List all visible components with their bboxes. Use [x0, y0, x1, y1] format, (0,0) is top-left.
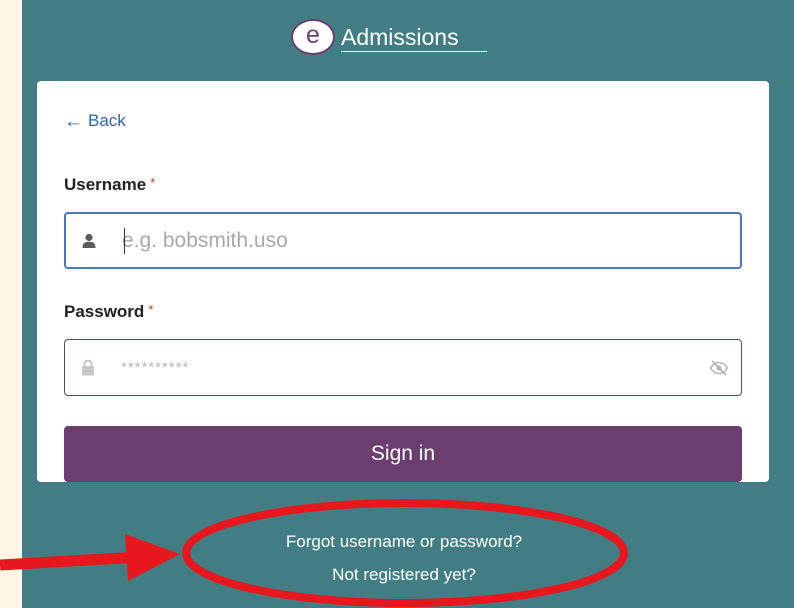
user-icon	[78, 233, 100, 249]
arrow-left-icon: ←	[64, 110, 83, 132]
brand-logo: e Admissions	[291, 19, 487, 61]
sign-in-button[interactable]: Sign in	[64, 426, 742, 482]
username-field[interactable]	[64, 212, 742, 269]
username-input[interactable]	[120, 213, 740, 268]
password-input[interactable]	[119, 339, 709, 396]
register-link[interactable]: Not registered yet?	[254, 565, 554, 585]
required-marker: *	[150, 175, 156, 190]
username-label-text: Username	[64, 175, 147, 194]
back-link[interactable]: ← Back	[64, 111, 126, 131]
password-label-text: Password	[64, 302, 145, 321]
required-marker: *	[148, 302, 154, 317]
text-caret	[124, 228, 125, 254]
back-label: Back	[88, 111, 126, 130]
username-label: Username *	[64, 175, 155, 195]
password-field[interactable]	[64, 339, 742, 396]
logo-mark: e	[291, 19, 335, 55]
brand-name: Admissions	[341, 19, 487, 52]
eye-slash-icon[interactable]	[709, 359, 729, 376]
login-card: ← Back Username* Password*	[37, 81, 769, 482]
password-label: Password *	[64, 302, 153, 322]
lock-icon	[77, 359, 99, 376]
forgot-credentials-link[interactable]: Forgot username or password?	[254, 532, 554, 552]
